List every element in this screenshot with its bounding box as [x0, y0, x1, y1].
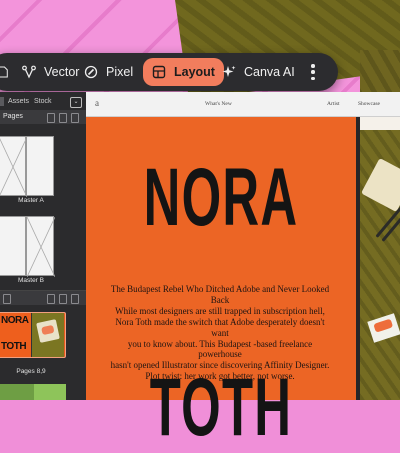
spread-thumbnail-pages-8-9[interactable]: NORA TOTH	[0, 312, 66, 358]
spread-label: Pages 8,9	[16, 368, 46, 375]
pages-panel: Assets Stock ⌄ Pages Master A Master B N…	[0, 92, 86, 400]
vector-label: Vector	[44, 65, 80, 79]
spread-duplicate-icon[interactable]	[59, 294, 67, 304]
headline-bottom[interactable]: TOTH	[137, 367, 304, 449]
article-line: you to know about. This Budapest -based …	[127, 338, 313, 360]
delete-page-icon[interactable]	[71, 113, 79, 123]
left-page[interactable]: NORA The Budapest Rebel Who Ditched Adob…	[86, 117, 356, 449]
more-options-icon[interactable]	[306, 64, 320, 80]
header-section: What's New	[205, 101, 232, 107]
layout-persona-button[interactable]: Layout	[143, 58, 224, 86]
vector-pen-icon	[22, 65, 36, 79]
spreads-section-header	[0, 291, 86, 305]
spread-thumb-text-bottom: TOTH	[1, 341, 27, 352]
document-canvas[interactable]: a What's New Artist Showcase NORA The Bu…	[86, 92, 400, 449]
persona-toolbar: Vector Pixel Layout Canva AI	[0, 53, 338, 91]
add-page-icon[interactable]	[47, 113, 55, 123]
master-a-thumbnail[interactable]	[0, 136, 56, 197]
spread-thumb-text-top: NORA	[1, 315, 29, 326]
layout-icon	[152, 65, 166, 79]
pixel-label: Pixel	[106, 65, 134, 79]
tab-layers[interactable]	[0, 97, 4, 106]
vector-persona-button[interactable]: Vector	[22, 58, 79, 86]
master-a-label: Master A	[18, 197, 44, 204]
panel-tabs: Assets Stock ⌄	[0, 94, 86, 110]
pages-section-header: Pages	[0, 110, 86, 124]
master-b-thumbnail[interactable]	[0, 216, 56, 277]
header-arrow: a	[95, 98, 99, 108]
spread-insert-icon[interactable]	[47, 294, 55, 304]
header-artist: Artist	[327, 101, 340, 107]
headline-top[interactable]: NORA	[137, 157, 304, 239]
document-icon[interactable]	[0, 63, 16, 81]
spread-delete-icon[interactable]	[71, 294, 79, 304]
canva-ai-button[interactable]: Canva AI	[222, 58, 295, 86]
master-b-label: Master B	[17, 277, 44, 284]
pixel-persona-button[interactable]: Pixel	[84, 58, 133, 86]
panel-collapse-icon[interactable]: ⌄	[70, 97, 82, 108]
canva-ai-label: Canva AI	[244, 65, 295, 79]
page-header-strip: a What's New Artist Showcase	[86, 92, 400, 117]
sparkle-icon	[222, 65, 236, 77]
spread-thumb-food-image	[36, 319, 60, 343]
tab-stock[interactable]: Stock	[34, 98, 52, 105]
article-line: While most designers are still trapped i…	[115, 305, 325, 316]
spread-add-icon[interactable]	[3, 294, 11, 304]
right-page[interactable]	[360, 117, 400, 400]
layout-label: Layout	[174, 65, 215, 79]
spread-thumbnail-next[interactable]	[0, 384, 66, 400]
header-showcase: Showcase	[358, 101, 380, 107]
pixel-brush-icon	[84, 65, 98, 79]
tab-assets[interactable]: Assets	[8, 98, 29, 105]
article-line: The Budapest Rebel Who Ditched Adobe and…	[110, 284, 330, 305]
duplicate-page-icon[interactable]	[59, 113, 67, 123]
pages-section-title: Pages	[3, 113, 23, 120]
article-line: Nora Toth made the switch that Adobe des…	[115, 316, 325, 338]
